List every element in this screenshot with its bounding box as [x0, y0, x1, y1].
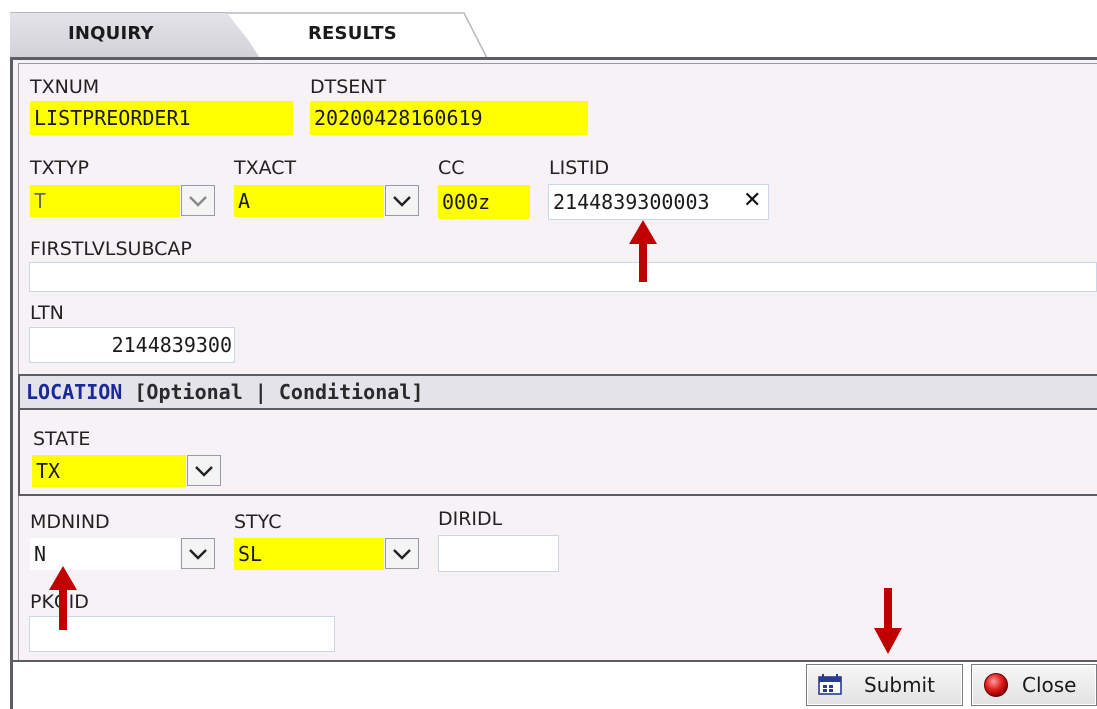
location-section-title: LOCATION [26, 380, 123, 404]
mdnind-dropdown-button[interactable] [181, 538, 215, 569]
diridl-label: DIRIDL [438, 508, 503, 530]
close-button[interactable]: Close [971, 664, 1097, 706]
state-select[interactable]: TX [32, 455, 186, 487]
red-arrow-icon [629, 220, 657, 282]
txact-label: TXACT [234, 157, 297, 179]
chevron-down-icon [393, 548, 411, 560]
red-arrow-icon [874, 588, 902, 654]
txnum-field[interactable]: LISTPREORDER1 [30, 101, 293, 135]
txtyp-dropdown-button[interactable] [181, 185, 215, 216]
close-button-label: Close [1022, 673, 1077, 697]
close-circle-icon [984, 673, 1008, 697]
red-arrow-icon [49, 566, 77, 630]
location-section-subtitle: [Optional | Conditional] [122, 380, 424, 404]
chevron-down-icon [393, 195, 411, 207]
chevron-down-icon [189, 548, 207, 560]
ltn-label: LTN [30, 302, 64, 324]
state-label: STATE [33, 428, 91, 450]
txtyp-select[interactable]: T [30, 185, 180, 217]
dtsent-label: DTSENT [310, 76, 387, 98]
clear-x-icon[interactable]: ✕ [743, 188, 761, 213]
txact-select[interactable]: A [234, 185, 384, 217]
chevron-down-icon [195, 465, 213, 477]
tab-results-label: RESULTS [308, 23, 397, 44]
submit-button-label: Submit [864, 673, 935, 697]
firstlvlsubcap-field[interactable] [29, 262, 1097, 292]
styc-label: STYC [234, 511, 282, 533]
tab-inquiry-label: INQUIRY [68, 23, 154, 44]
cc-label: CC [438, 157, 465, 179]
location-section-header[interactable]: LOCATION [Optional | Conditional] [18, 374, 1097, 410]
chevron-down-icon [189, 195, 207, 207]
styc-select[interactable]: SL [234, 538, 384, 570]
cc-field[interactable]: 000z [438, 185, 530, 219]
listid-field[interactable]: 2144839300003 [548, 184, 769, 220]
txnum-label: TXNUM [30, 76, 100, 98]
ltn-field[interactable]: 2144839300 [29, 327, 235, 363]
txact-dropdown-button[interactable] [385, 185, 419, 216]
listid-label: LISTID [549, 157, 610, 179]
styc-dropdown-button[interactable] [385, 538, 419, 569]
firstlvlsubcap-label: FIRSTLVLSUBCAP [30, 238, 192, 260]
state-dropdown-button[interactable] [187, 455, 221, 486]
txtyp-label: TXTYP [30, 157, 89, 179]
diridl-field[interactable] [438, 535, 559, 572]
dtsent-field[interactable]: 20200428160619 [310, 101, 588, 135]
submit-icon [818, 674, 842, 695]
mdnind-label: MDNIND [30, 511, 110, 533]
submit-button[interactable]: Submit [806, 664, 963, 706]
